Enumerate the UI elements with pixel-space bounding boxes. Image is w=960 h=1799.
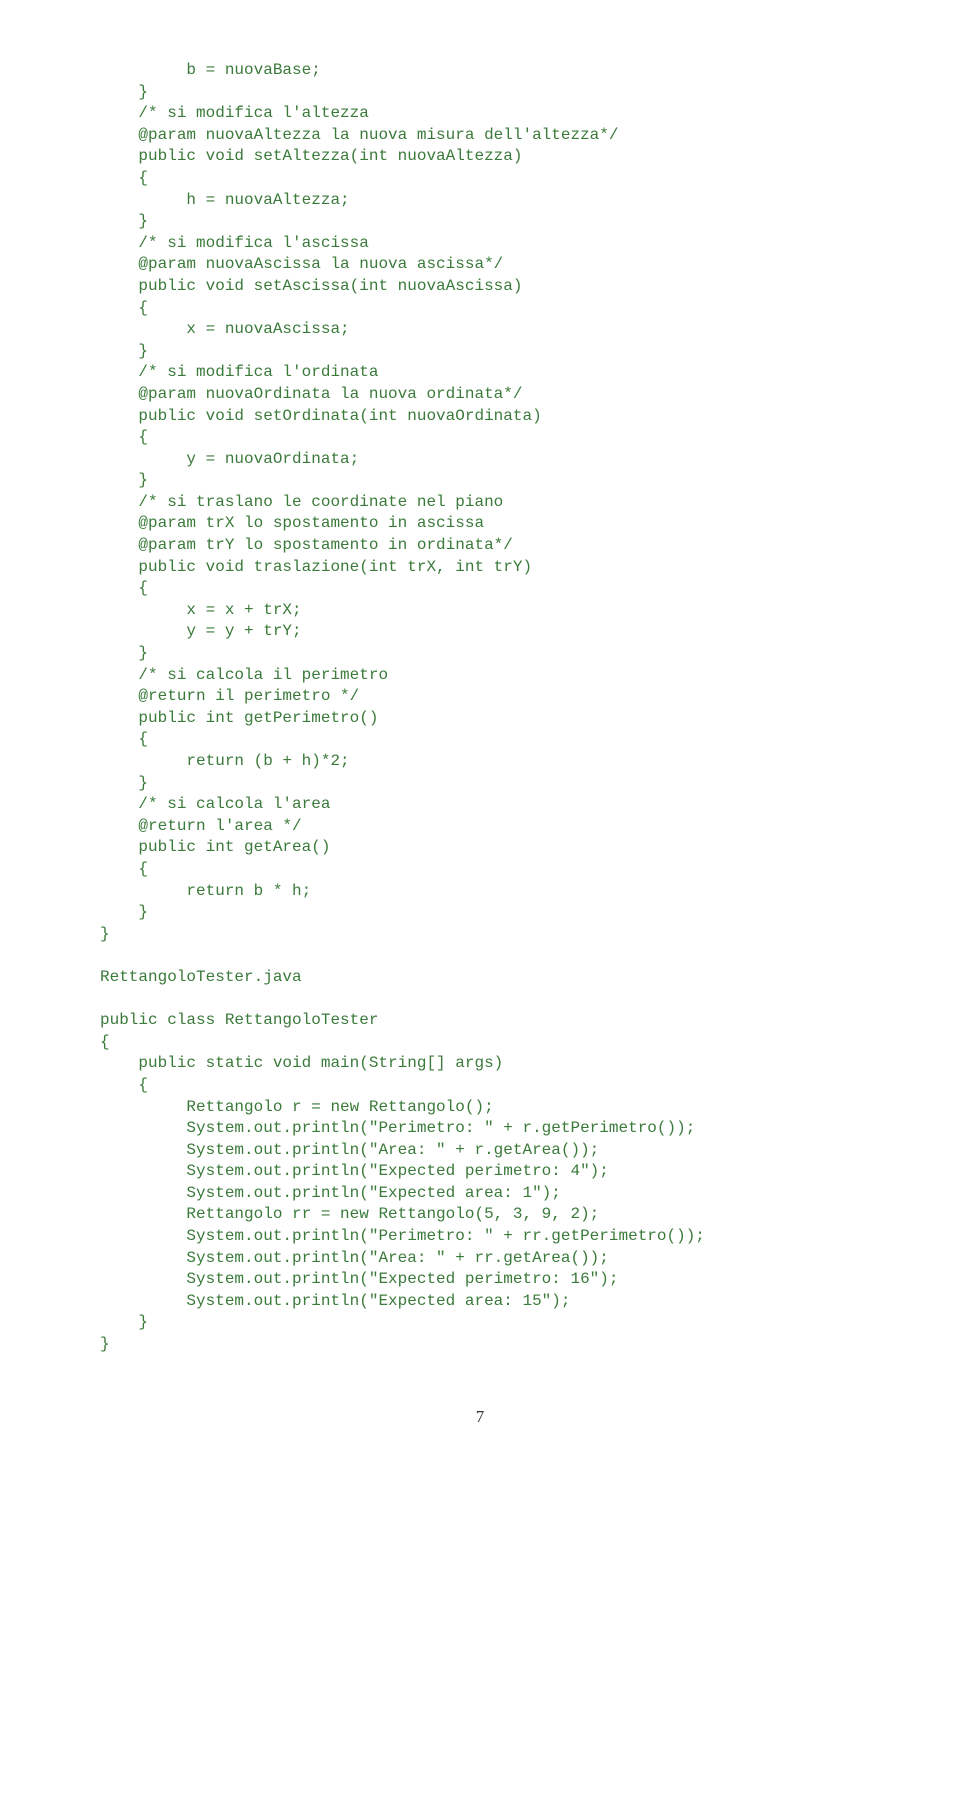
code-line: } [100,1335,110,1353]
code-line: } [100,925,110,943]
code-line: } [100,471,148,489]
code-line: System.out.println("Area: " + r.getArea(… [100,1141,599,1159]
code-line: h = nuovaAltezza; [100,191,350,209]
code-line: RettangoloTester.java [100,968,302,986]
code-line: public void setOrdinata(int nuovaOrdinat… [100,407,542,425]
code-line: { [100,428,148,446]
code-block: b = nuovaBase; } /* si modifica l'altezz… [100,60,860,1356]
code-line: return (b + h)*2; [100,752,350,770]
code-line: } [100,83,148,101]
code-line: @param nuovaAscissa la nuova ascissa*/ [100,255,503,273]
code-line: System.out.println("Expected perimetro: … [100,1270,618,1288]
code-line: System.out.println("Expected perimetro: … [100,1162,609,1180]
code-line: } [100,903,148,921]
code-line: System.out.println("Expected area: 1"); [100,1184,561,1202]
code-line: } [100,774,148,792]
code-line: @param nuovaAltezza la nuova misura dell… [100,126,618,144]
code-line: } [100,212,148,230]
code-line: Rettangolo r = new Rettangolo(); [100,1098,494,1116]
code-line: { [100,860,148,878]
code-line: { [100,579,148,597]
code-line: public class RettangoloTester [100,1011,378,1029]
code-line: } [100,342,148,360]
code-line: } [100,1313,148,1331]
code-line: System.out.println("Perimetro: " + r.get… [100,1119,695,1137]
code-line: System.out.println("Area: " + rr.getArea… [100,1249,609,1267]
code-line: public void traslazione(int trX, int trY… [100,558,532,576]
code-line: x = nuovaAscissa; [100,320,350,338]
code-line: } [100,644,148,662]
code-line: public void setAscissa(int nuovaAscissa) [100,277,522,295]
code-line: @param trY lo spostamento in ordinata*/ [100,536,513,554]
code-line: System.out.println("Expected area: 15"); [100,1292,570,1310]
code-line: { [100,1076,148,1094]
code-line: /* si traslano le coordinate nel piano [100,493,503,511]
code-line: @return l'area */ [100,817,302,835]
code-line: { [100,1033,110,1051]
code-line: /* si modifica l'ascissa [100,234,369,252]
code-line: public int getArea() [100,838,330,856]
code-line: Rettangolo rr = new Rettangolo(5, 3, 9, … [100,1205,599,1223]
code-line: /* si calcola l'area [100,795,330,813]
code-line: { [100,730,148,748]
code-line: { [100,299,148,317]
code-line: y = nuovaOrdinata; [100,450,359,468]
code-line: @param trX lo spostamento in ascissa [100,514,484,532]
code-line: /* si calcola il perimetro [100,666,388,684]
code-line: public int getPerimetro() [100,709,378,727]
code-line: public void setAltezza(int nuovaAltezza) [100,147,522,165]
code-line: public static void main(String[] args) [100,1054,503,1072]
code-line: /* si modifica l'ordinata [100,363,378,381]
code-line: { [100,169,148,187]
code-line: @param nuovaOrdinata la nuova ordinata*/ [100,385,522,403]
code-line: x = x + trX; [100,601,302,619]
code-line: y = y + trY; [100,622,302,640]
page-number: 7 [100,1406,860,1429]
code-line: return b * h; [100,882,311,900]
code-line: /* si modifica l'altezza [100,104,369,122]
code-line: @return il perimetro */ [100,687,359,705]
code-line: b = nuovaBase; [100,61,321,79]
code-line: System.out.println("Perimetro: " + rr.ge… [100,1227,705,1245]
